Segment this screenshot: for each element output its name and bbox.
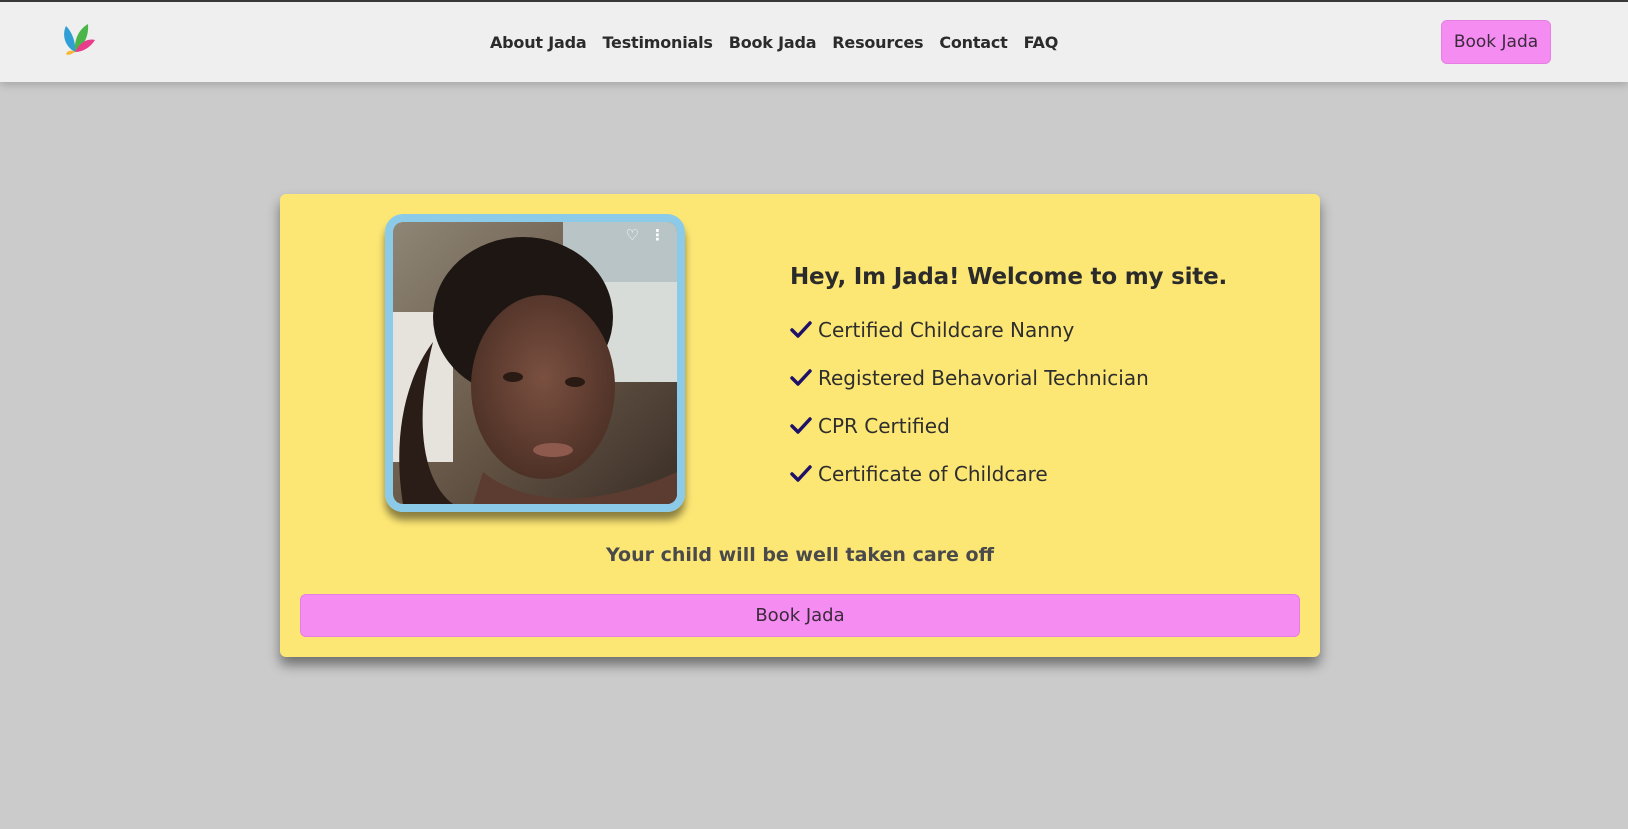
checkmark-icon: [790, 321, 812, 338]
credentials-list: Certified Childcare Nanny Registered Beh…: [790, 306, 1290, 498]
credential-item: Registered Behavorial Technician: [790, 354, 1290, 402]
profile-photo: ♡ ⋮: [385, 214, 685, 512]
nav-testimonials[interactable]: Testimonials: [602, 33, 712, 52]
photo-image: [393, 222, 677, 504]
site-header: About Jada Testimonials Book Jada Resour…: [0, 2, 1628, 82]
leaf-logo-icon[interactable]: [58, 20, 96, 58]
heart-icon[interactable]: ♡: [626, 228, 639, 243]
credential-item: Certified Childcare Nanny: [790, 306, 1290, 354]
credential-item: CPR Certified: [790, 402, 1290, 450]
more-options-icon[interactable]: ⋮: [650, 228, 665, 243]
header-book-button[interactable]: Book Jada: [1441, 20, 1551, 64]
nav-resources[interactable]: Resources: [832, 33, 923, 52]
credential-item: Certificate of Childcare: [790, 450, 1290, 498]
welcome-heading: Hey, Im Jada! Welcome to my site.: [790, 264, 1228, 290]
nav-contact[interactable]: Contact: [939, 33, 1008, 52]
checkmark-icon: [790, 465, 812, 482]
credential-label: Certificate of Childcare: [818, 462, 1048, 486]
nav-faq[interactable]: FAQ: [1024, 33, 1059, 52]
nav-book-jada[interactable]: Book Jada: [729, 33, 817, 52]
nav-about-jada[interactable]: About Jada: [490, 33, 587, 52]
credential-label: CPR Certified: [818, 414, 950, 438]
book-jada-button[interactable]: Book Jada: [300, 594, 1300, 637]
tagline: Your child will be well taken care off: [606, 544, 994, 566]
intro-block: Hey, Im Jada! Welcome to my site. Certif…: [790, 264, 1290, 498]
hero-card: ♡ ⋮ Hey, Im Jada! Welcome to my site. Ce…: [280, 194, 1320, 657]
credential-label: Certified Childcare Nanny: [818, 318, 1075, 342]
credential-label: Registered Behavorial Technician: [818, 366, 1149, 390]
checkmark-icon: [790, 417, 812, 434]
main-nav: About Jada Testimonials Book Jada Resour…: [490, 2, 1058, 82]
checkmark-icon: [790, 369, 812, 386]
